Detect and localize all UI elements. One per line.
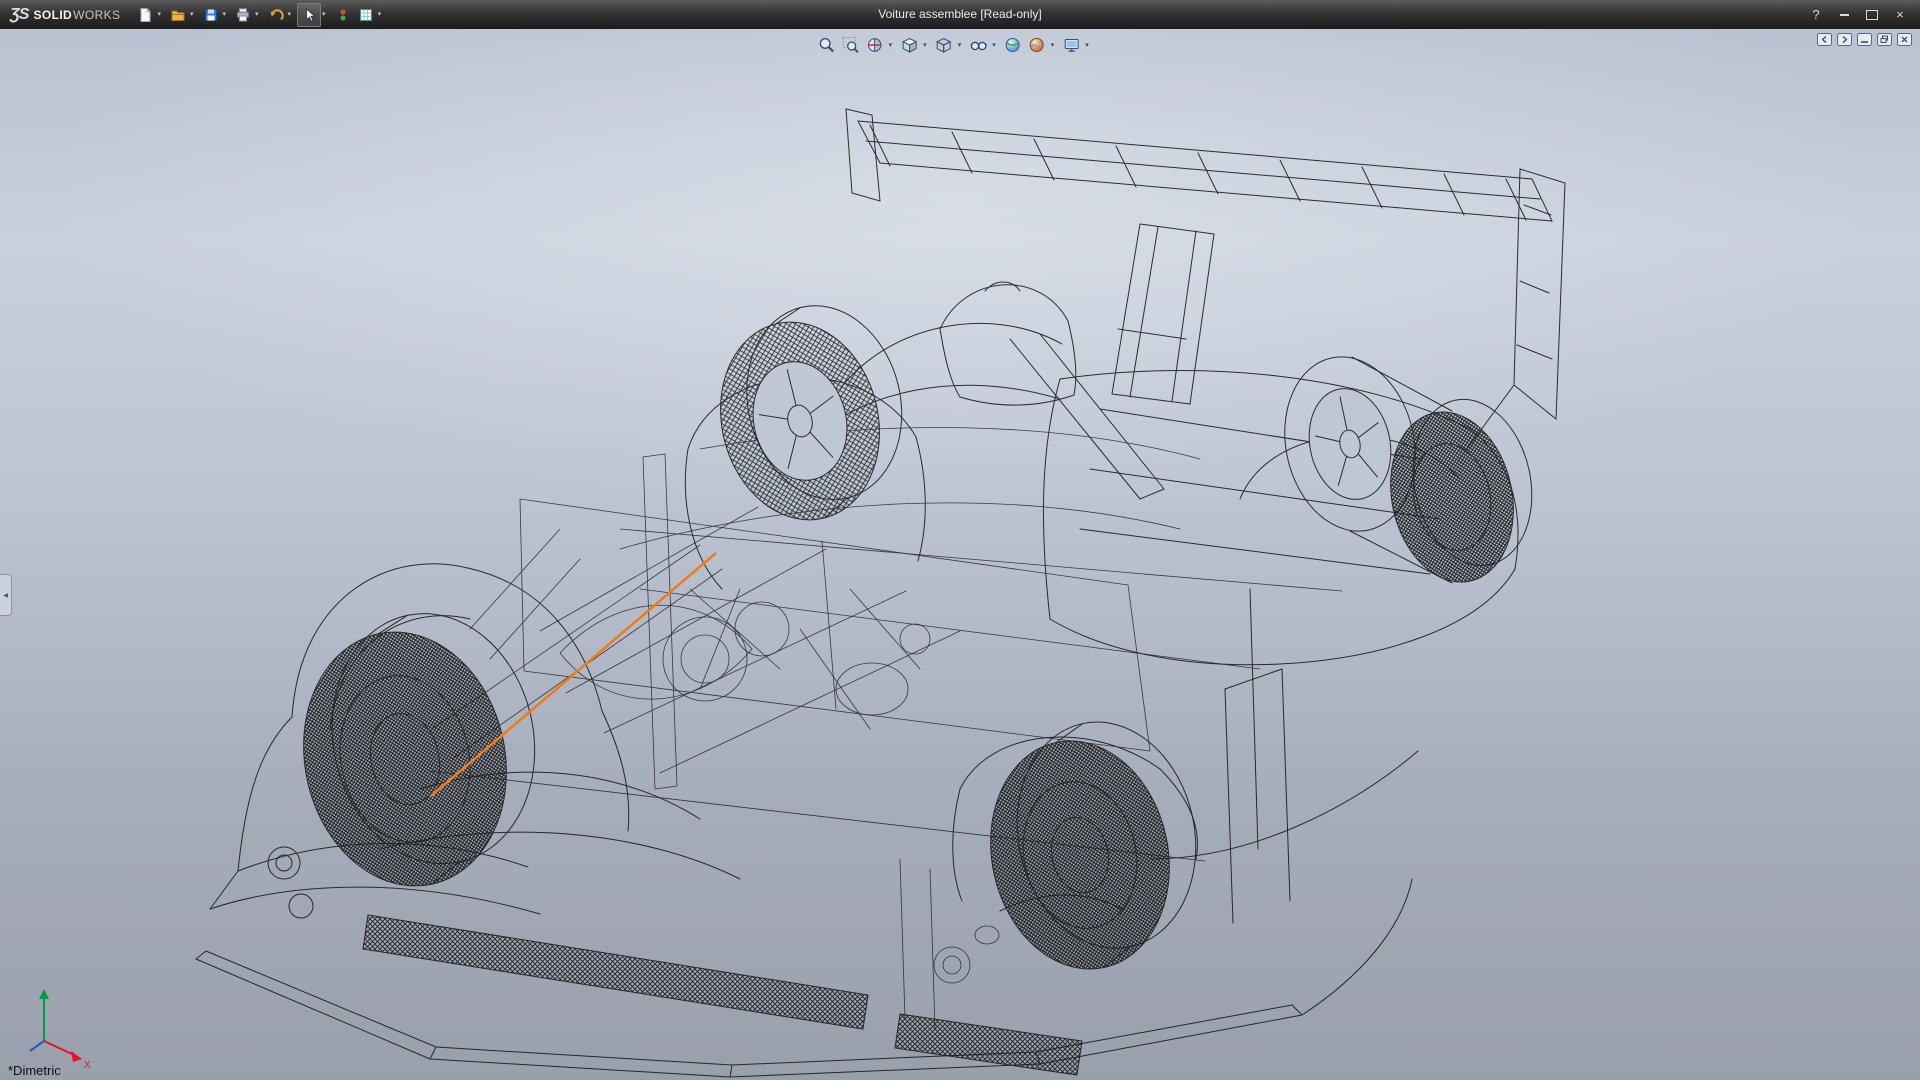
sketch-sheet-icon [358, 7, 374, 23]
view-orientation-icon [900, 36, 918, 54]
collapse-left-pane-button[interactable] [1817, 33, 1832, 46]
hide-show-dropdown[interactable]: ▾ [992, 42, 996, 49]
new-document-icon [137, 7, 153, 23]
undo-dropdown[interactable]: ▾ [288, 11, 292, 18]
wireframe-car-model[interactable] [196, 109, 1565, 1077]
save-icon [203, 7, 219, 23]
solidworks-window: { "titlebar": { "title": "Voiture assemb… [0, 0, 1920, 1080]
collapse-left-pane-icon [1817, 33, 1832, 46]
print-button[interactable] [232, 4, 254, 26]
window-title: Voiture assemblee [Read-only] [878, 0, 1041, 29]
new-document-dropdown[interactable]: ▾ [157, 11, 161, 18]
viewport-corner-controls [1817, 33, 1912, 46]
view-settings-dropdown[interactable]: ▾ [1085, 42, 1089, 49]
undo-icon [268, 7, 284, 23]
radiator-grille[interactable] [363, 915, 1082, 1075]
view-settings-icon [1062, 36, 1080, 54]
main-toolbar: ▾ ▾ ▾ ▾ ▾ [134, 3, 386, 27]
select-cursor-icon [301, 7, 317, 23]
solidworks-brand: ƷS SOLID WORKS [0, 6, 134, 24]
feature-tree-collapse-tab[interactable]: ◀ [0, 574, 12, 616]
view-settings-button[interactable] [1060, 34, 1082, 56]
orientation-triad[interactable]: X [30, 989, 91, 1071]
apply-scene-button[interactable] [1026, 34, 1048, 56]
color-toggle-button[interactable] [332, 4, 354, 26]
triad-x-arrow [71, 1051, 82, 1062]
minimize-icon [1840, 14, 1849, 16]
close-document-button[interactable] [1897, 33, 1912, 46]
sketch-sheet-dropdown[interactable]: ▾ [378, 11, 382, 18]
open-dropdown[interactable]: ▾ [190, 11, 194, 18]
solidworks-logo-icon: ƷS [10, 6, 28, 24]
title-bar: ƷS SOLID WORKS ▾ ▾ ▾ [0, 0, 1920, 30]
display-style-button[interactable] [933, 34, 955, 56]
maximize-icon [1866, 10, 1878, 20]
close-button[interactable]: × [1888, 5, 1912, 25]
brand-name-primary: SOLID [33, 8, 72, 22]
view-orientation-button[interactable] [898, 34, 920, 56]
maximize-button[interactable] [1860, 5, 1884, 25]
hide-show-glasses-icon [969, 36, 987, 54]
edit-appearance-icon [1004, 36, 1022, 54]
save-button[interactable] [200, 4, 222, 26]
help-button[interactable]: ? [1804, 5, 1828, 25]
rear-right-wheel[interactable] [1269, 345, 1549, 594]
model-canvas[interactable]: X [0, 29, 1920, 1080]
restore-document-icon [1877, 33, 1892, 46]
minimize-document-icon [1857, 33, 1872, 46]
view-orientation-dropdown[interactable]: ▾ [923, 42, 927, 49]
zoom-to-fit-icon [818, 36, 836, 54]
open-button[interactable] [167, 4, 189, 26]
restore-document-button[interactable] [1877, 33, 1892, 46]
zoom-to-area-icon [842, 36, 860, 54]
rear-left-wheel[interactable] [698, 289, 925, 537]
new-document-button[interactable] [134, 4, 156, 26]
minimize-document-button[interactable] [1857, 33, 1872, 46]
window-controls: ? × [1804, 5, 1920, 25]
section-view-button[interactable] [864, 34, 886, 56]
minimize-button[interactable] [1832, 5, 1856, 25]
sketch-sheet-button[interactable] [355, 4, 377, 26]
hide-show-items-button[interactable] [967, 34, 989, 56]
section-view-icon [866, 36, 884, 54]
heads-up-view-toolbar: ▾ ▾ ▾ ▾ [810, 32, 1099, 58]
section-view-dropdown[interactable]: ▾ [889, 42, 893, 49]
triad-z-axis [30, 1041, 44, 1051]
apply-scene-icon [1028, 36, 1046, 54]
close-document-icon [1897, 33, 1912, 46]
display-style-dropdown[interactable]: ▾ [958, 42, 962, 49]
front-left-wheel[interactable] [278, 595, 561, 905]
triad-x-label: X [84, 1060, 91, 1071]
color-toggle-icon [335, 7, 351, 23]
display-style-icon [935, 36, 953, 54]
brand-name-secondary: WORKS [73, 8, 120, 22]
print-dropdown[interactable]: ▾ [255, 11, 259, 18]
triad-y-arrow [39, 989, 49, 999]
select-dropdown[interactable]: ▾ [322, 11, 326, 18]
edit-appearance-button[interactable] [1002, 34, 1024, 56]
save-dropdown[interactable]: ▾ [223, 11, 227, 18]
collapse-right-pane-icon [1837, 33, 1852, 46]
graphics-viewport[interactable]: X ▾ [0, 29, 1920, 1080]
chassis-internals[interactable] [430, 427, 1342, 1029]
rear-wing[interactable] [846, 109, 1565, 461]
print-icon [235, 7, 251, 23]
view-orientation-label: *Dimetric [8, 1063, 61, 1078]
apply-scene-dropdown[interactable]: ▾ [1051, 42, 1055, 49]
open-folder-icon [170, 7, 186, 23]
zoom-to-fit-button[interactable] [816, 34, 838, 56]
zoom-to-area-button[interactable] [840, 34, 862, 56]
select-button[interactable] [297, 3, 321, 27]
undo-button[interactable] [265, 4, 287, 26]
collapse-right-pane-button[interactable] [1837, 33, 1852, 46]
